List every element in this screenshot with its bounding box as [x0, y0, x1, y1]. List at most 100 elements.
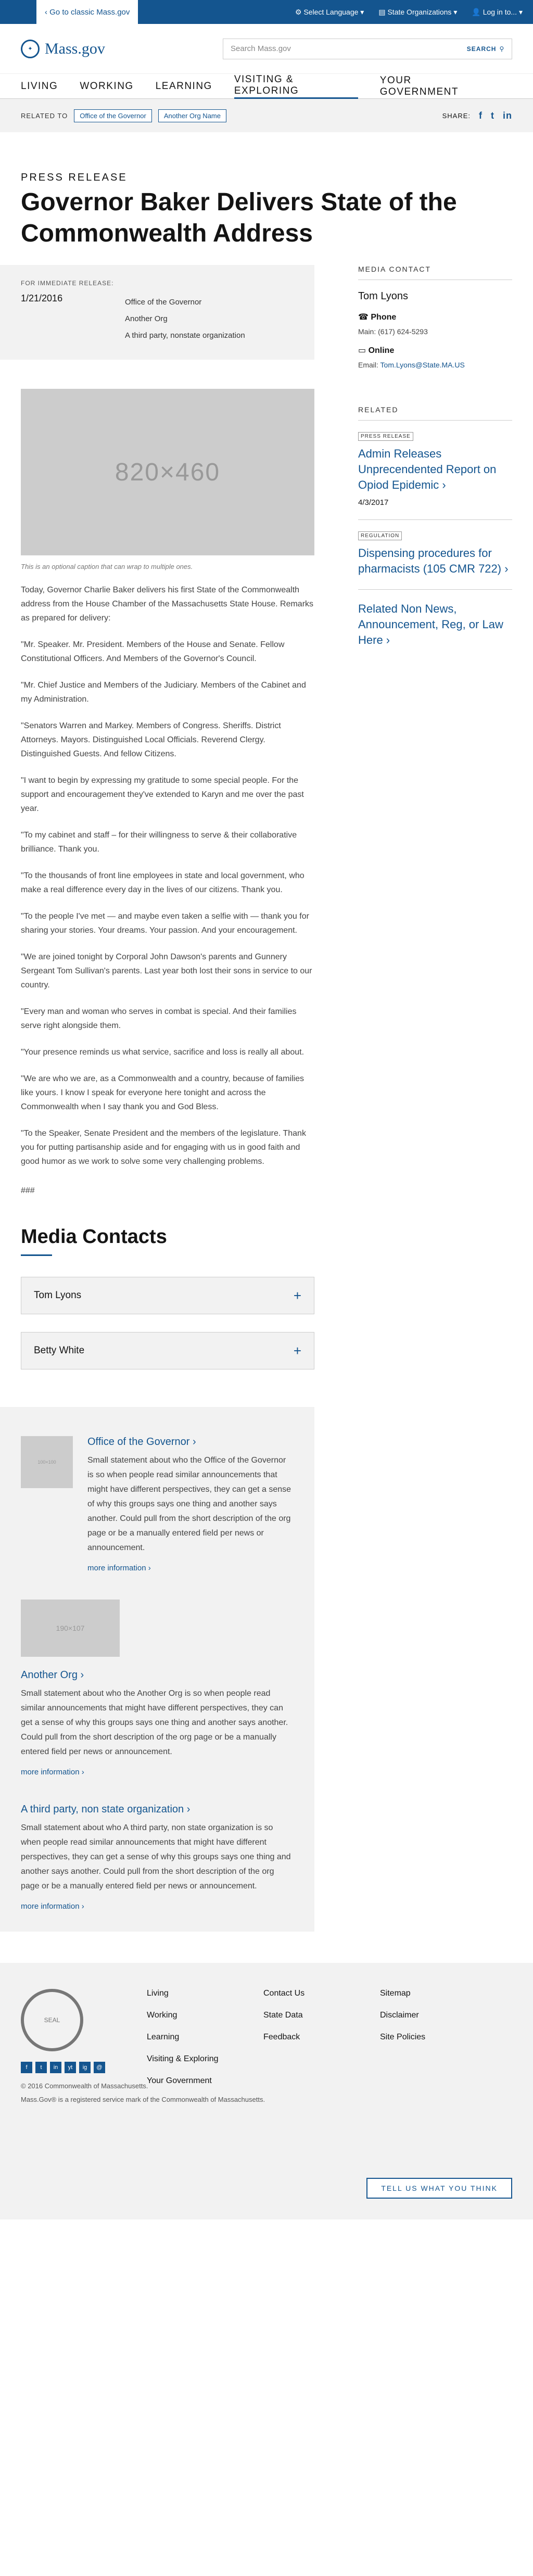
search-form: Search Mass.gov SEARCH ⚲: [223, 38, 512, 59]
paragraph: "To the thousands of front line employee…: [21, 871, 304, 894]
content-wrap: FOR IMMEDIATE RELEASE: 1/21/2016 Office …: [0, 265, 533, 1932]
related-link[interactable]: Related Non News, Announcement, Reg, or …: [358, 601, 512, 648]
sidebar: MEDIA CONTACT Tom Lyons ☎ Phone Main: (6…: [358, 265, 512, 1932]
org-thumbnail: 190×107: [21, 1600, 120, 1657]
contact-accordion-item[interactable]: Betty White +: [21, 1332, 314, 1369]
footer-link[interactable]: Feedback: [263, 2033, 380, 2042]
laptop-icon: ▭: [358, 346, 369, 355]
youtube-icon[interactable]: yt: [65, 2062, 76, 2073]
mass-gov-logo[interactable]: ✦ Mass.gov: [21, 39, 105, 58]
select-language-button[interactable]: ⚙ Select Language ▾: [295, 8, 364, 17]
related-heading: RELATED: [358, 405, 512, 421]
linkedin-icon[interactable]: in: [503, 110, 512, 121]
footer-link[interactable]: Visiting & Exploring: [147, 2054, 263, 2064]
phone-label: ☎ Phone: [358, 313, 397, 322]
image-caption: This is an optional caption that can wra…: [21, 563, 193, 570]
media-contacts-heading: Media Contacts: [21, 1226, 314, 1256]
footer-link[interactable]: Site Policies: [380, 2033, 497, 2042]
related-to-label: RELATED TO: [21, 111, 68, 120]
email-icon[interactable]: @: [94, 2062, 105, 2073]
org-thumbnail: 100×100: [21, 1436, 73, 1488]
seal-icon: ✦: [21, 39, 40, 58]
top-utility-bar: ‹ Go to classic Mass.gov ⚙ Select Langua…: [0, 0, 533, 24]
email-line: Email: Tom.Lyons@State.MA.US: [358, 361, 465, 369]
linkedin-icon[interactable]: in: [50, 2062, 61, 2073]
org-description: Small statement about who A third party,…: [21, 1823, 291, 1890]
contact-accordion-item[interactable]: Tom Lyons +: [21, 1277, 314, 1314]
release-date: 1/21/2016: [21, 293, 63, 303]
footer-link[interactable]: Sitemap: [380, 1989, 497, 1998]
release-info: FOR IMMEDIATE RELEASE: 1/21/2016 Office …: [0, 265, 314, 360]
article-body: Today, Governor Charlie Baker delivers h…: [21, 583, 314, 1169]
footer-link[interactable]: Contact Us: [263, 1989, 380, 1998]
phone-icon: ☎: [358, 313, 371, 322]
plus-icon: +: [293, 1287, 301, 1303]
main-column: FOR IMMEDIATE RELEASE: 1/21/2016 Office …: [0, 265, 314, 1932]
release-org: Office of the Governor: [125, 298, 202, 307]
paragraph: "We are joined tonight by Corporal John …: [21, 953, 312, 989]
nav-learning[interactable]: LEARNING: [156, 74, 212, 99]
search-input[interactable]: Search Mass.gov: [223, 39, 460, 59]
more-information-link[interactable]: more information ›: [21, 1902, 294, 1911]
related-date: 4/3/2017: [358, 498, 389, 507]
site-header: ✦ Mass.gov Search Mass.gov SEARCH ⚲: [0, 24, 533, 74]
email-link[interactable]: Tom.Lyons@State.MA.US: [380, 361, 465, 369]
footer-link[interactable]: Living: [147, 1989, 263, 1998]
nav-working[interactable]: WORKING: [80, 74, 133, 99]
content-type-tag: REGULATION: [358, 531, 402, 540]
org-name-link[interactable]: A third party, non state organization ›: [21, 1804, 294, 1816]
related-to-bar: RELATED TO Office of the Governor Anothe…: [0, 99, 533, 132]
footer-link[interactable]: State Data: [263, 2011, 380, 2020]
contact-name: Tom Lyons: [358, 290, 408, 302]
org-name-link[interactable]: Office of the Governor ›: [87, 1436, 196, 1448]
more-information-link[interactable]: more information ›: [87, 1564, 294, 1572]
paragraph: "We are who we are, as a Commonwealth an…: [21, 1074, 304, 1111]
paragraph: "Mr. Speaker. Mr. President. Members of …: [21, 640, 285, 663]
related-pill[interactable]: Another Org Name: [158, 109, 226, 122]
footer-links: Living Working Learning Visiting & Explo…: [147, 1989, 497, 2098]
release-org: Another Org: [125, 314, 168, 323]
page-kicker: PRESS RELEASE: [21, 172, 128, 183]
related-link[interactable]: Admin Releases Unprecendented Report on …: [358, 446, 512, 493]
media-contact-heading: MEDIA CONTACT: [358, 265, 512, 280]
phone-number[interactable]: Main: (617) 624-5293: [358, 327, 512, 336]
twitter-icon[interactable]: t: [491, 110, 494, 121]
seal-icon: SEAL: [21, 1989, 83, 2051]
hero-image: 820×460: [21, 389, 314, 555]
twitter-icon[interactable]: t: [35, 2062, 47, 2073]
online-label: ▭ Online: [358, 346, 395, 355]
related-link[interactable]: Dispensing procedures for pharmacists (1…: [358, 545, 512, 577]
paragraph: "To the Speaker, Senate President and th…: [21, 1129, 306, 1166]
search-icon: ⚲: [499, 45, 505, 53]
footer-link[interactable]: Learning: [147, 2033, 263, 2042]
login-button[interactable]: 👤 Log in to... ▾: [472, 8, 523, 17]
more-information-link[interactable]: more information ›: [21, 1768, 294, 1776]
paragraph: "Senators Warren and Markey. Members of …: [21, 721, 281, 758]
paragraph: "I want to begin by expressing my gratit…: [21, 776, 304, 813]
paragraph: "Your presence reminds us what service, …: [21, 1048, 304, 1057]
nav-living[interactable]: LIVING: [21, 74, 58, 99]
paragraph: Today, Governor Charlie Baker delivers h…: [21, 586, 314, 623]
end-marks: ###: [21, 1186, 35, 1195]
org-info-panel: 100×100 Office of the Governor › Small s…: [0, 1407, 314, 1932]
page-title: Governor Baker Delivers State of the Com…: [21, 188, 457, 247]
footer-link[interactable]: Disclaimer: [380, 2011, 497, 2020]
plus-icon: +: [293, 1342, 301, 1359]
org-name-link[interactable]: Another Org ›: [21, 1669, 294, 1681]
nav-your-government[interactable]: YOUR GOVERNMENT: [380, 74, 490, 99]
footer-link[interactable]: Working: [147, 2011, 263, 2020]
content-type-tag: PRESS RELEASE: [358, 432, 413, 441]
state-organizations-button[interactable]: ▤ State Organizations ▾: [378, 8, 457, 17]
search-button[interactable]: SEARCH ⚲: [460, 39, 512, 59]
media-contacts-accordion: Tom Lyons + Betty White +: [21, 1277, 314, 1369]
release-label: FOR IMMEDIATE RELEASE:: [21, 280, 114, 287]
facebook-icon[interactable]: f: [21, 2062, 32, 2073]
footer-link[interactable]: Your Government: [147, 2076, 263, 2086]
facebook-icon[interactable]: f: [479, 110, 483, 121]
feedback-button[interactable]: TELL US WHAT YOU THINK: [366, 2178, 512, 2199]
org-description: Small statement about who the Office of …: [87, 1456, 291, 1552]
instagram-icon[interactable]: ig: [79, 2062, 91, 2073]
classic-mass-gov-link[interactable]: ‹ Go to classic Mass.gov: [36, 0, 138, 24]
nav-visiting-exploring[interactable]: VISITING & EXPLORING: [234, 74, 358, 99]
related-pill[interactable]: Office of the Governor: [74, 109, 152, 122]
